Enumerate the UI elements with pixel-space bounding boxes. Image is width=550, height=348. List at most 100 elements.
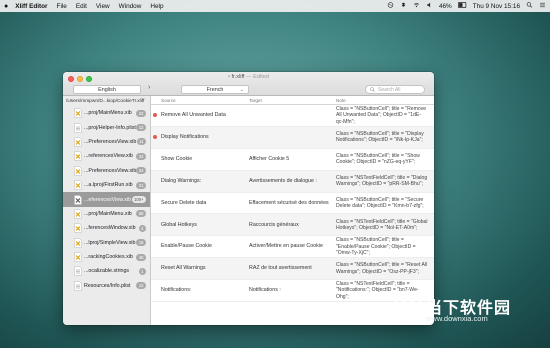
file-list-item[interactable]: ...proj/Helper-Info.plist 12: [63, 120, 150, 134]
table-row[interactable]: Notifications: Notifications : Class = "NS…: [151, 280, 434, 303]
document-name: fr.xliff: [231, 74, 245, 80]
menu-app-name[interactable]: Xliff Editor: [15, 3, 47, 10]
xib-file-icon: [74, 108, 82, 118]
file-name: ...ocalizable.strings: [84, 268, 130, 275]
column-header-target[interactable]: Target: [249, 98, 262, 103]
notification-center-icon[interactable]: [539, 2, 546, 10]
apple-menu-icon[interactable]: ●: [4, 3, 8, 10]
file-list-item[interactable]: ...a.lproj/FirstRun.xib 21: [63, 178, 150, 192]
source-cell: Show Cookie: [161, 155, 193, 162]
volume-icon[interactable]: [426, 2, 433, 10]
target-cell[interactable]: [249, 105, 333, 126]
table-row[interactable]: Remove All Unwanted Data Class = "NSButto…: [151, 105, 434, 127]
dropbox-icon[interactable]: [400, 2, 407, 10]
note-cell: Class = "NSButtonCell"; title = "Enable/…: [336, 237, 416, 256]
menu-help[interactable]: Help: [150, 3, 163, 10]
file-list-item[interactable]: ...rackingCookies.xib 45: [63, 250, 150, 264]
table-row[interactable]: Show Cookie Afficher Cookie 5 Class = "NSB…: [151, 149, 434, 171]
target-cell[interactable]: Activer/Mettre en pause Cookie: [249, 236, 333, 257]
source-cell: Display Notifications: [161, 134, 209, 141]
source-language-label: English: [98, 86, 116, 93]
xib-file-icon: [74, 237, 82, 248]
target-cell[interactable]: Afficher Cookie 5: [249, 149, 333, 170]
status-area: 46% Thu 9 Nov 15:16: [381, 2, 546, 10]
cookie-status-icon[interactable]: [387, 2, 394, 10]
battery-icon[interactable]: [457, 2, 467, 10]
note-cell: Class = "NSButtonCell"; title = "Show Co…: [336, 152, 420, 166]
file-list-item[interactable]: ...PreferencesView.xib 11: [63, 135, 150, 149]
chevron-down-icon: ⌄: [239, 86, 244, 93]
note-cell: Class = "NSButtonCell"; title = "Display…: [336, 130, 424, 144]
file-list: ...proj/MainMenu.xib 22 ...proj/Helper-Inf…: [63, 106, 150, 293]
xib-file-icon: [74, 137, 82, 147]
menu-edit[interactable]: Edit: [76, 3, 87, 10]
title-bar: ▫ fr.xliff — Edited English › French ⌄ S…: [63, 72, 434, 96]
target-cell[interactable]: Notifications :: [249, 280, 333, 301]
target-cell[interactable]: Raccourcis généraux: [249, 214, 333, 235]
file-name: ...proj/MainMenu.xib: [84, 210, 132, 217]
target-cell[interactable]: Effacement sécurisé des données: [249, 193, 333, 214]
xib-file-icon: [74, 166, 82, 176]
file-list-item[interactable]: ...eferencesView.xib 100+: [63, 192, 150, 207]
source-language-select[interactable]: English: [73, 85, 141, 94]
untranslated-indicator: [153, 134, 157, 139]
file-name: ...PreferencesView.xib: [84, 138, 137, 145]
xib-file-icon: [74, 194, 82, 205]
file-list-item[interactable]: Resources/Info.plist 12: [63, 279, 150, 293]
file-name: ...proj/Helper-Info.plist: [84, 124, 136, 131]
source-cell: Remove All Unwanted Data: [161, 112, 226, 119]
note-cell: Class = "NSButtonCell"; title = "Secure …: [336, 196, 424, 209]
xib-file-icon: [74, 151, 82, 162]
clock[interactable]: Thu 9 Nov 15:16: [473, 3, 520, 10]
untranslated-count-badge: 22: [136, 109, 146, 117]
menu-file[interactable]: File: [57, 3, 67, 10]
note-cell: Class = "NSTextFieldCell"; title = "Glob…: [336, 218, 428, 231]
file-list-item[interactable]: ...ferencesWindow.xib 4: [63, 221, 150, 235]
xliff-editor-window: ▫ fr.xliff — Edited English › French ⌄ S…: [63, 72, 434, 325]
table-row[interactable]: Reset All Warnings RAZ de tout avertissem…: [151, 258, 434, 281]
menu-window[interactable]: Window: [119, 3, 142, 10]
file-list-item[interactable]: ...PreferencesView.xib 24: [63, 164, 150, 178]
document-icon: [74, 122, 82, 133]
document-icon: [74, 281, 82, 291]
table-row[interactable]: Enable/Pause Cookie Activer/Mettre en pau…: [151, 236, 434, 259]
untranslated-count-badge: 12: [136, 124, 146, 132]
arrow-right-icon: ›: [148, 84, 151, 91]
table-row[interactable]: Global Hotkeys Raccourcis généraux Class =…: [151, 214, 434, 237]
watermark-url: www.downxia.com: [426, 314, 488, 323]
file-list-item[interactable]: ...lproj/SimpleView.xib 16: [63, 236, 150, 250]
file-list-item[interactable]: ...ocalizable.strings 1: [63, 264, 150, 278]
search-field[interactable]: Search All: [365, 85, 425, 94]
menu-view[interactable]: View: [96, 3, 110, 10]
untranslated-count-badge: 24: [136, 167, 146, 175]
target-cell[interactable]: [249, 127, 333, 148]
xib-file-icon: [74, 252, 82, 262]
source-cell: Enable/Pause Cookie: [161, 243, 212, 250]
watermark-logo-icon: [394, 292, 422, 320]
spotlight-icon[interactable]: [526, 2, 533, 10]
file-list-item[interactable]: ...proj/MainMenu.xib 22: [63, 106, 150, 120]
untranslated-count-badge: 16: [136, 239, 146, 247]
column-header-source[interactable]: Source: [161, 98, 176, 103]
table-row[interactable]: Display Notifications Class = "NSButtonCe…: [151, 126, 434, 149]
file-name: ...lproj/SimpleView.xib: [84, 239, 136, 246]
column-header-note[interactable]: Note: [336, 98, 346, 103]
file-list-item[interactable]: ...referencesView.xib 32: [63, 149, 150, 163]
menu-bar: ● Xliff Editor File Edit View Window Hel…: [0, 0, 550, 12]
xib-file-icon: [74, 223, 82, 234]
file-name: ...proj/MainMenu.xib: [84, 110, 132, 117]
battery-percent[interactable]: 46%: [439, 3, 452, 10]
table-row[interactable]: Secure Delete data Effacement sécurisé de…: [151, 193, 434, 215]
untranslated-count-badge: 12: [136, 282, 146, 290]
search-placeholder: Search All: [378, 86, 401, 93]
wifi-icon[interactable]: [413, 2, 420, 10]
target-cell[interactable]: Avertissements de dialogue :: [249, 171, 333, 192]
search-icon: [370, 87, 375, 92]
xliff-path: /Users/mmpwn/D...kiop/CookieTr.xliff: [66, 99, 145, 104]
file-sidebar: /Users/mmpwn/D...kiop/CookieTr.xliff ...…: [63, 96, 151, 325]
target-cell[interactable]: RAZ de tout avertissement: [249, 258, 333, 279]
target-language-select[interactable]: French ⌄: [181, 85, 249, 94]
table-row[interactable]: Dialog Warnings: Avertissements de dialog…: [151, 170, 434, 193]
file-list-item[interactable]: ...proj/MainMenu.xib 56: [63, 207, 150, 221]
untranslated-count-badge: 11: [136, 138, 146, 146]
